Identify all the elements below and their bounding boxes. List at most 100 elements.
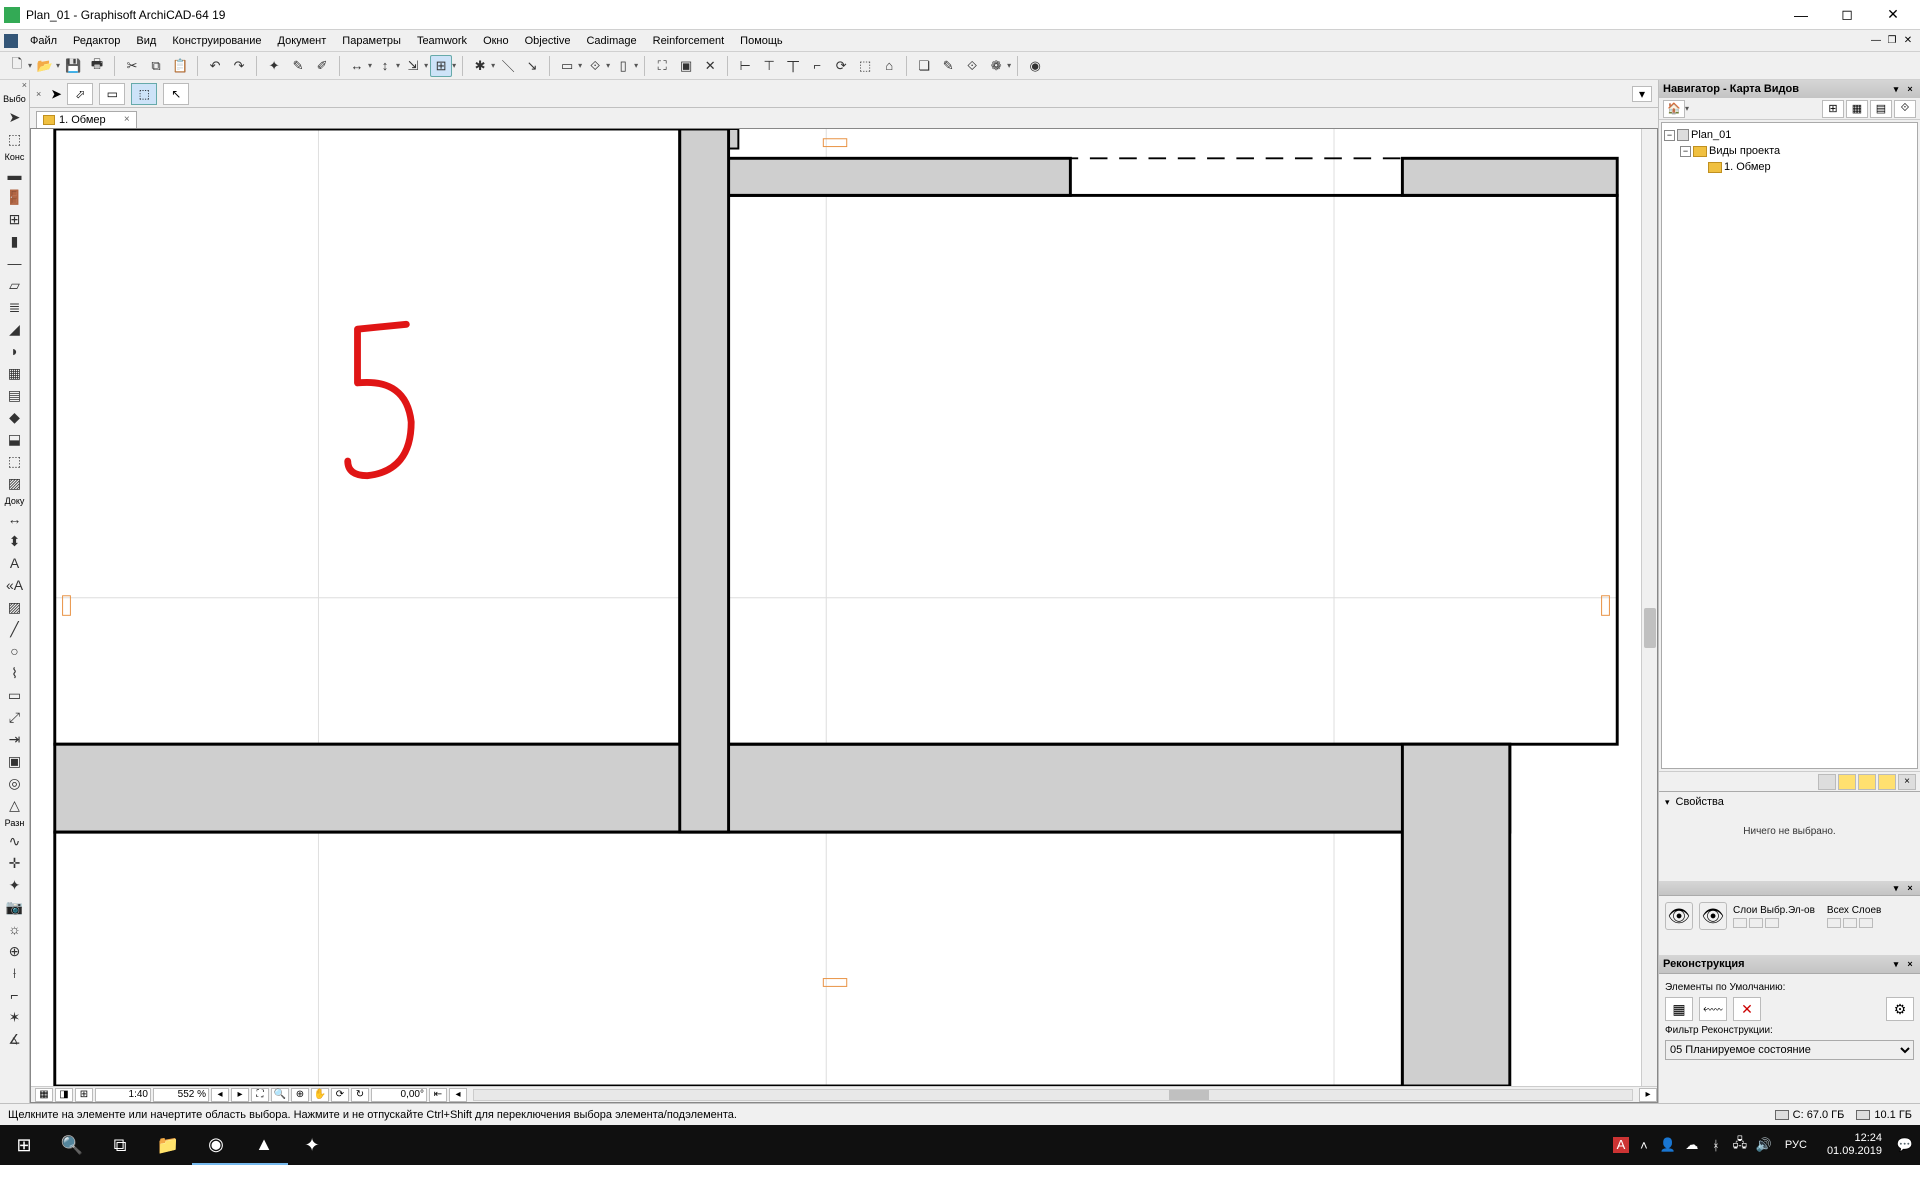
drawing-tool[interactable]: ▭ bbox=[0, 684, 29, 706]
camera-tool[interactable]: 📷 bbox=[0, 896, 29, 918]
menu-file[interactable]: Файл bbox=[22, 33, 65, 49]
mdi-close[interactable]: ✕ bbox=[1900, 35, 1916, 46]
recon-filter-select[interactable]: 05 Планируемое состояние bbox=[1665, 1040, 1914, 1060]
app-button[interactable]: ✦ bbox=[288, 1125, 336, 1165]
scrollbar-v-thumb[interactable] bbox=[1644, 608, 1656, 648]
section-tool[interactable]: ⤢ bbox=[0, 706, 29, 728]
dim-4-button[interactable]: ⊞ bbox=[430, 55, 452, 77]
lm6[interactable] bbox=[1859, 918, 1873, 928]
window-tool[interactable]: ⊞ bbox=[0, 208, 29, 230]
measure-button[interactable]: ↘ bbox=[521, 55, 543, 77]
scroll-ll[interactable]: ◂ bbox=[449, 1088, 467, 1102]
elevation-tool[interactable]: ⇥ bbox=[0, 728, 29, 750]
tray-bt-icon[interactable]: ᚼ bbox=[1707, 1138, 1725, 1153]
wall-tool[interactable]: ▬ bbox=[0, 164, 29, 186]
pan[interactable]: ✋ bbox=[311, 1088, 329, 1102]
tree-folder[interactable]: Виды проекта bbox=[1709, 145, 1780, 157]
suspend-button[interactable]: ⛶ bbox=[651, 55, 673, 77]
column-tool[interactable]: ▮ bbox=[0, 230, 29, 252]
polyline-tool[interactable]: ⌇ bbox=[0, 662, 29, 684]
zoom-prev[interactable]: ◂ bbox=[211, 1088, 229, 1102]
hotspot-tool[interactable]: ✛ bbox=[0, 852, 29, 874]
lm2[interactable] bbox=[1749, 918, 1763, 928]
geometry-3[interactable]: ⬚ bbox=[131, 83, 157, 105]
quickopt-2[interactable]: ◨ bbox=[55, 1088, 73, 1102]
box-button[interactable]: ▭ bbox=[556, 55, 578, 77]
layers-close[interactable]: × bbox=[1904, 882, 1916, 894]
dimension-tool[interactable]: ↔ bbox=[0, 508, 29, 530]
nav-close[interactable]: × bbox=[1904, 83, 1916, 95]
tree-expand-root[interactable]: − bbox=[1664, 130, 1675, 141]
change-tool[interactable]: △ bbox=[0, 794, 29, 816]
zoom-100[interactable]: ⊕ bbox=[291, 1088, 309, 1102]
label-tool[interactable]: «A bbox=[0, 574, 29, 596]
cancel-button[interactable]: ✕ bbox=[699, 55, 721, 77]
dim-3-button[interactable]: ⇲ bbox=[402, 55, 424, 77]
toolbox-close[interactable]: × bbox=[0, 80, 29, 92]
slab-tool[interactable]: ▱ bbox=[0, 274, 29, 296]
canvas[interactable]: ▦ ◨ ⊞ ◂ ▸ ⛶ 🔍 ⊕ ✋ ⟳ ↻ ⇤ ◂ ▸ bbox=[30, 128, 1658, 1103]
zone-tool[interactable]: ⬚ bbox=[0, 450, 29, 472]
chrome-button[interactable]: ◉ bbox=[192, 1125, 240, 1165]
menu-cadimage[interactable]: Cadimage bbox=[578, 33, 644, 49]
snap-button[interactable]: ✱ bbox=[469, 55, 491, 77]
angle-input[interactable] bbox=[371, 1088, 427, 1102]
fill-tool[interactable]: ▨ bbox=[0, 596, 29, 618]
tab-close[interactable]: × bbox=[124, 114, 130, 125]
arrow-tool[interactable]: ➤ bbox=[0, 106, 29, 128]
scrollbar-h-thumb[interactable] bbox=[1169, 1090, 1209, 1100]
tab-view[interactable]: 1. Обмер × bbox=[36, 111, 137, 128]
zoom-input[interactable] bbox=[153, 1088, 209, 1102]
tray-cloud-icon[interactable]: ☁ bbox=[1683, 1137, 1701, 1153]
menu-window[interactable]: Окно bbox=[475, 33, 517, 49]
undo-button[interactable]: ↶ bbox=[204, 55, 226, 77]
attr-3-button[interactable]: ⟐ bbox=[961, 55, 983, 77]
guide-button[interactable]: ＼ bbox=[497, 55, 519, 77]
geometry-2[interactable]: ▭ bbox=[99, 83, 125, 105]
t5-button[interactable]: ⟳ bbox=[830, 55, 852, 77]
props-toggle[interactable]: ▾ bbox=[1665, 797, 1670, 808]
door-tool[interactable]: 🚪 bbox=[0, 186, 29, 208]
marquee-tool[interactable]: ⬚ bbox=[0, 128, 29, 150]
tray-vol-icon[interactable]: 🔊 bbox=[1755, 1137, 1773, 1153]
corner-tool[interactable]: ⌐ bbox=[0, 984, 29, 1006]
morph-tool[interactable]: ◆ bbox=[0, 406, 29, 428]
nav-project[interactable]: 🏠 bbox=[1663, 100, 1685, 118]
lm4[interactable] bbox=[1827, 918, 1841, 928]
nav-mode-1[interactable]: ⊞ bbox=[1822, 100, 1844, 118]
menu-objective[interactable]: Objective bbox=[517, 33, 579, 49]
navf-1[interactable] bbox=[1818, 774, 1836, 790]
detail-tool[interactable]: ◎ bbox=[0, 772, 29, 794]
scrollbar-horizontal[interactable] bbox=[473, 1089, 1633, 1101]
tray-up-icon[interactable]: ˄ bbox=[1635, 1138, 1653, 1153]
inject-button[interactable]: ✐ bbox=[311, 55, 333, 77]
recon-b4[interactable]: ⚙ bbox=[1886, 997, 1914, 1021]
taskview-button[interactable]: ⧉ bbox=[96, 1125, 144, 1165]
pick-button[interactable]: ✦ bbox=[263, 55, 285, 77]
maximize-button[interactable]: ◻ bbox=[1824, 0, 1870, 30]
nav-mode-3[interactable]: ▤ bbox=[1870, 100, 1892, 118]
scale-input[interactable] bbox=[95, 1088, 151, 1102]
tray-clock[interactable]: 12:24 01.09.2019 bbox=[1819, 1132, 1890, 1158]
t3-button[interactable]: 丅 bbox=[782, 55, 804, 77]
menu-edit[interactable]: Редактор bbox=[65, 33, 128, 49]
copy-button[interactable]: ⧉ bbox=[145, 55, 167, 77]
angle-tool[interactable]: ∡ bbox=[0, 1028, 29, 1050]
redo-button[interactable]: ↷ bbox=[228, 55, 250, 77]
beam-tool[interactable]: ― bbox=[0, 252, 29, 274]
menu-reinforcement[interactable]: Reinforcement bbox=[645, 33, 733, 49]
save-button[interactable]: 💾 bbox=[62, 55, 84, 77]
infobar-opts[interactable]: ▾ bbox=[1632, 86, 1652, 102]
navf-2[interactable] bbox=[1838, 774, 1856, 790]
navigator-tree[interactable]: − Plan_01 − Виды проекта 1. Обмер bbox=[1661, 122, 1918, 769]
lamp-tool[interactable]: ☼ bbox=[0, 918, 29, 940]
print-button[interactable]: 🖶 bbox=[86, 55, 108, 77]
recon-b2[interactable]: ⬳ bbox=[1699, 997, 1727, 1021]
menu-options[interactable]: Параметры bbox=[334, 33, 409, 49]
skylight-tool[interactable]: ▦ bbox=[0, 362, 29, 384]
figure-tool[interactable]: ✦ bbox=[0, 874, 29, 896]
spline-tool[interactable]: ∿ bbox=[0, 830, 29, 852]
recon-b3[interactable]: ✕ bbox=[1733, 997, 1761, 1021]
zoom-next[interactable]: ▸ bbox=[231, 1088, 249, 1102]
orbit[interactable]: ⟳ bbox=[331, 1088, 349, 1102]
